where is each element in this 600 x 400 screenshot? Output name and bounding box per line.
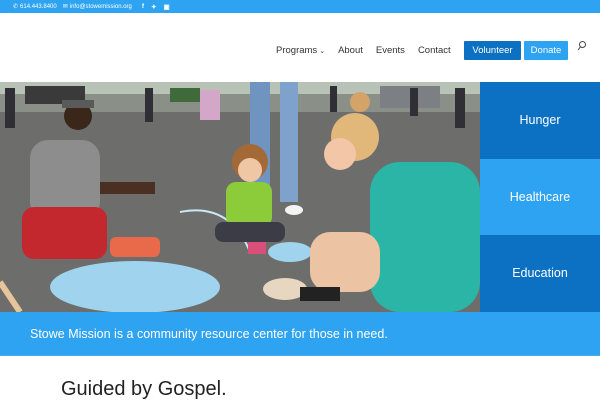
phone-icon: ✆: [13, 4, 19, 10]
nav-item-label: Programs: [276, 45, 318, 56]
site-header: Programs ⌄ About Events Contact Volunteer…: [0, 13, 600, 82]
tile-label: Education: [512, 266, 568, 281]
section-heading: Guided by Gospel.: [61, 378, 227, 400]
program-tiles: Hunger Healthcare Education: [480, 82, 600, 312]
phone-contact[interactable]: ✆ 614.443.8400: [13, 3, 57, 11]
envelope-icon: ✉: [62, 4, 68, 10]
mission-text: Stowe Mission is a community resource ce…: [30, 326, 388, 341]
social-links: f ✦ ▣: [142, 3, 177, 11]
search-icon[interactable]: [577, 40, 587, 52]
tile-label: Healthcare: [509, 189, 571, 204]
email-address: info@stowemission.org: [69, 3, 132, 10]
mission-banner: Stowe Mission is a community resource ce…: [0, 312, 600, 356]
email-contact[interactable]: ✉ info@stowemission.org: [62, 3, 132, 11]
tile-hunger[interactable]: Hunger: [480, 82, 600, 159]
tile-healthcare[interactable]: Healthcare: [480, 158, 600, 236]
top-bar: ✆ 614.443.8400 ✉ info@stowemission.org f…: [0, 0, 600, 13]
nav-item-events[interactable]: Events: [376, 45, 405, 56]
tile-label: Hunger: [519, 113, 561, 128]
phone-number: 614.443.8400: [20, 3, 57, 10]
nav-item-contact[interactable]: Contact: [418, 45, 451, 56]
facebook-icon[interactable]: f: [142, 3, 144, 10]
volunteer-button[interactable]: Volunteer: [464, 41, 521, 60]
main-nav: Programs ⌄ About Events Contact: [276, 45, 464, 56]
chevron-down-icon: ⌄: [319, 48, 326, 55]
nav-item-about[interactable]: About: [338, 45, 363, 56]
twitter-icon[interactable]: ✦: [151, 3, 156, 11]
donate-button[interactable]: Donate: [524, 41, 568, 60]
hero-image: [0, 82, 480, 312]
tile-education[interactable]: Education: [480, 235, 600, 312]
instagram-icon[interactable]: ▣: [164, 3, 170, 11]
nav-item-programs[interactable]: Programs ⌄: [276, 45, 325, 56]
